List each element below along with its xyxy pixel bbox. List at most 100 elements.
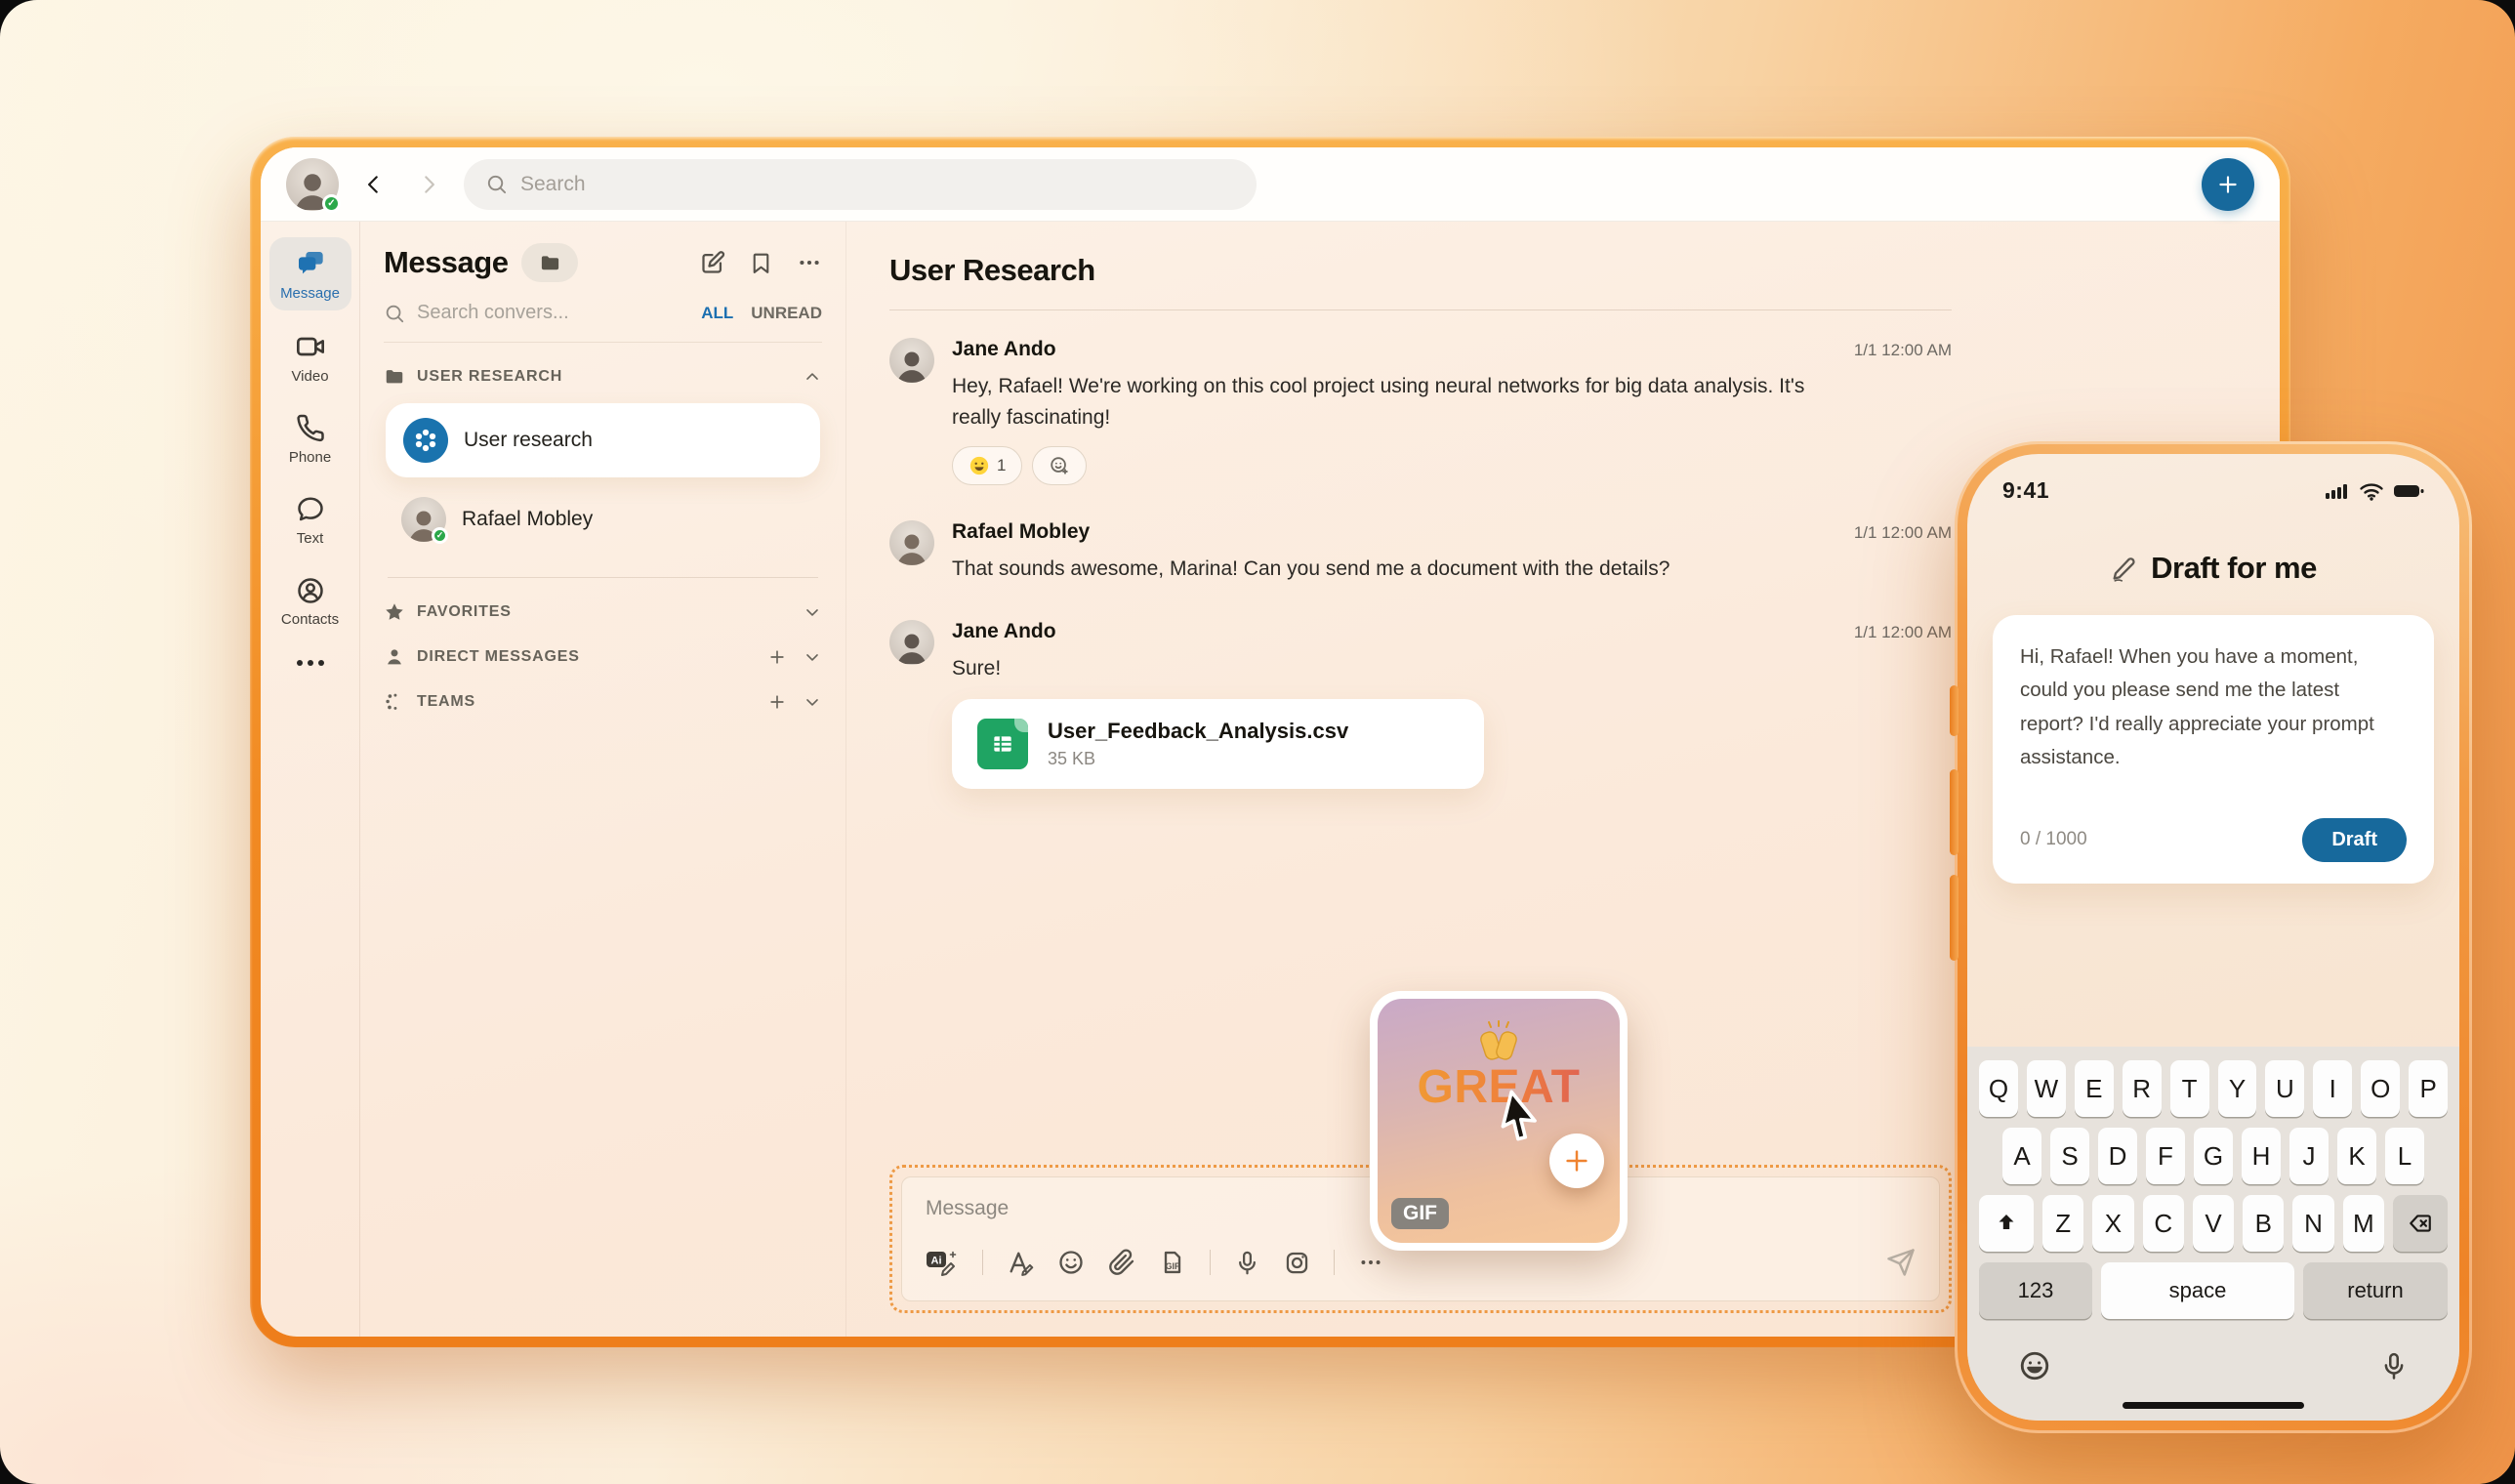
more-icon — [797, 250, 822, 275]
home-indicator[interactable] — [2123, 1402, 2304, 1409]
chevron-down-icon[interactable] — [803, 647, 822, 667]
file-attachment[interactable]: User_Feedback_Analysis.csv 35 KB — [952, 699, 1484, 789]
keyboard-key[interactable]: R — [2123, 1060, 2162, 1117]
compose-button[interactable] — [699, 250, 725, 276]
phone-volume-down-button — [1950, 875, 1958, 961]
chevron-down-icon[interactable] — [803, 692, 822, 712]
new-action-button[interactable] — [2202, 158, 2254, 211]
keyboard-key[interactable]: J — [2289, 1128, 2329, 1184]
dm-item-rafael-mobley[interactable]: ✓ Rafael Mobley — [384, 481, 822, 557]
keyboard-key[interactable]: E — [2075, 1060, 2114, 1117]
svg-text:GIF: GIF — [1166, 1261, 1180, 1271]
nav-item-text[interactable]: Text — [269, 484, 351, 556]
filter-unread-tab[interactable]: UNREAD — [751, 304, 822, 323]
reaction-count: 1 — [997, 456, 1006, 475]
dictation-mic-icon[interactable] — [2379, 1351, 2409, 1381]
format-text-icon[interactable] — [1007, 1249, 1034, 1276]
add-gif-button[interactable] — [1549, 1134, 1604, 1188]
keyboard-key[interactable]: N — [2292, 1195, 2333, 1252]
screenshot-icon[interactable] — [1284, 1250, 1310, 1276]
add-icon[interactable] — [767, 647, 787, 667]
keyboard-key[interactable]: Z — [2042, 1195, 2083, 1252]
divider — [388, 577, 818, 578]
emoji-keyboard-icon[interactable] — [2018, 1349, 2051, 1382]
global-search-input[interactable] — [520, 173, 1235, 196]
conversation-search-input[interactable] — [417, 302, 689, 324]
message-text: Sure! — [952, 653, 1831, 684]
keyboard-key[interactable]: I — [2313, 1060, 2352, 1117]
ai-companion-icon[interactable]: Ai — [926, 1248, 959, 1277]
backspace-key[interactable] — [2393, 1195, 2448, 1252]
add-icon[interactable] — [767, 692, 787, 712]
keyboard-key[interactable]: B — [2243, 1195, 2284, 1252]
keyboard-key[interactable]: D — [2098, 1128, 2137, 1184]
keyboard-key[interactable]: K — [2337, 1128, 2376, 1184]
global-search[interactable] — [464, 159, 1257, 210]
chevron-up-icon[interactable] — [803, 367, 822, 387]
presence-available-badge: ✓ — [322, 194, 341, 213]
section-direct-messages[interactable]: DIRECT MESSAGES — [384, 646, 822, 668]
attach-file-icon[interactable] — [1108, 1249, 1135, 1276]
nav-item-contacts[interactable]: Contacts — [269, 565, 351, 637]
return-key[interactable]: return — [2303, 1262, 2448, 1319]
keyboard-key[interactable]: F — [2146, 1128, 2185, 1184]
numbers-key[interactable]: 123 — [1979, 1262, 2092, 1319]
wifi-icon — [2359, 481, 2384, 501]
more-options-button[interactable] — [797, 250, 822, 275]
section-favorites[interactable]: FAVORITES — [384, 601, 822, 623]
send-button[interactable] — [1886, 1248, 1916, 1277]
keyboard-key[interactable]: G — [2194, 1128, 2233, 1184]
phone-volume-up-button — [1950, 769, 1958, 855]
keyboard-key[interactable]: W — [2027, 1060, 2066, 1117]
shift-icon — [1995, 1212, 2018, 1235]
filter-all-tab[interactable]: ALL — [701, 304, 733, 323]
keyboard-key[interactable]: U — [2265, 1060, 2304, 1117]
keyboard-key[interactable]: P — [2409, 1060, 2448, 1117]
nav-more-button[interactable] — [297, 660, 324, 666]
keyboard-key[interactable]: Y — [2218, 1060, 2257, 1117]
person-silhouette-icon — [894, 348, 929, 383]
add-reaction-button[interactable] — [1032, 446, 1087, 485]
forward-button[interactable] — [409, 165, 448, 204]
composer-more-icon[interactable] — [1358, 1250, 1383, 1275]
keyboard-key[interactable]: M — [2343, 1195, 2384, 1252]
character-counter: 0 / 1000 — [2020, 829, 2087, 850]
gif-icon[interactable]: GIF — [1159, 1249, 1186, 1276]
keyboard-key[interactable]: C — [2143, 1195, 2184, 1252]
spreadsheet-file-icon — [977, 719, 1028, 769]
bookmark-button[interactable] — [749, 251, 773, 275]
avatar — [889, 520, 934, 565]
channel-item-user-research[interactable]: User research — [386, 403, 820, 477]
star-icon — [384, 601, 405, 623]
back-button[interactable] — [354, 165, 393, 204]
keyboard-key[interactable]: A — [2002, 1128, 2041, 1184]
space-key[interactable]: space — [2101, 1262, 2294, 1319]
user-avatar[interactable]: ✓ — [286, 158, 339, 211]
reaction-pill[interactable]: 1 — [952, 446, 1022, 485]
microphone-icon[interactable] — [1234, 1250, 1260, 1276]
draft-card: Hi, Rafael! When you have a moment, coul… — [1993, 615, 2434, 884]
keyboard-key[interactable]: V — [2193, 1195, 2234, 1252]
shift-key[interactable] — [1979, 1195, 2034, 1252]
keyboard-key[interactable]: O — [2361, 1060, 2400, 1117]
gif-sticker[interactable]: GREAT JOB GIF — [1370, 991, 1628, 1251]
draft-button[interactable]: Draft — [2302, 818, 2407, 862]
section-teams[interactable]: TEAMS — [384, 691, 822, 713]
nav-item-phone[interactable]: Phone — [269, 403, 351, 474]
draft-prompt-text[interactable]: Hi, Rafael! When you have a moment, coul… — [2020, 640, 2407, 775]
emoji-icon[interactable] — [1057, 1249, 1085, 1276]
nav-item-message[interactable]: Message — [269, 237, 351, 310]
keyboard-key[interactable]: H — [2242, 1128, 2281, 1184]
keyboard-key[interactable]: Q — [1979, 1060, 2018, 1117]
keyboard-key[interactable]: L — [2385, 1128, 2424, 1184]
message: Jane Ando 1/1 12:00 AM Sure! User_ — [889, 620, 1952, 790]
keyboard-key[interactable]: T — [2170, 1060, 2209, 1117]
keyboard-key[interactable]: S — [2050, 1128, 2089, 1184]
section-user-research[interactable]: USER RESEARCH — [384, 366, 822, 388]
nav-item-video[interactable]: Video — [269, 320, 351, 393]
chevron-down-icon[interactable] — [803, 602, 822, 622]
folders-button[interactable] — [521, 243, 578, 282]
sender-name: Jane Ando — [952, 620, 1056, 643]
nav-label: Text — [297, 530, 324, 547]
keyboard-key[interactable]: X — [2092, 1195, 2133, 1252]
